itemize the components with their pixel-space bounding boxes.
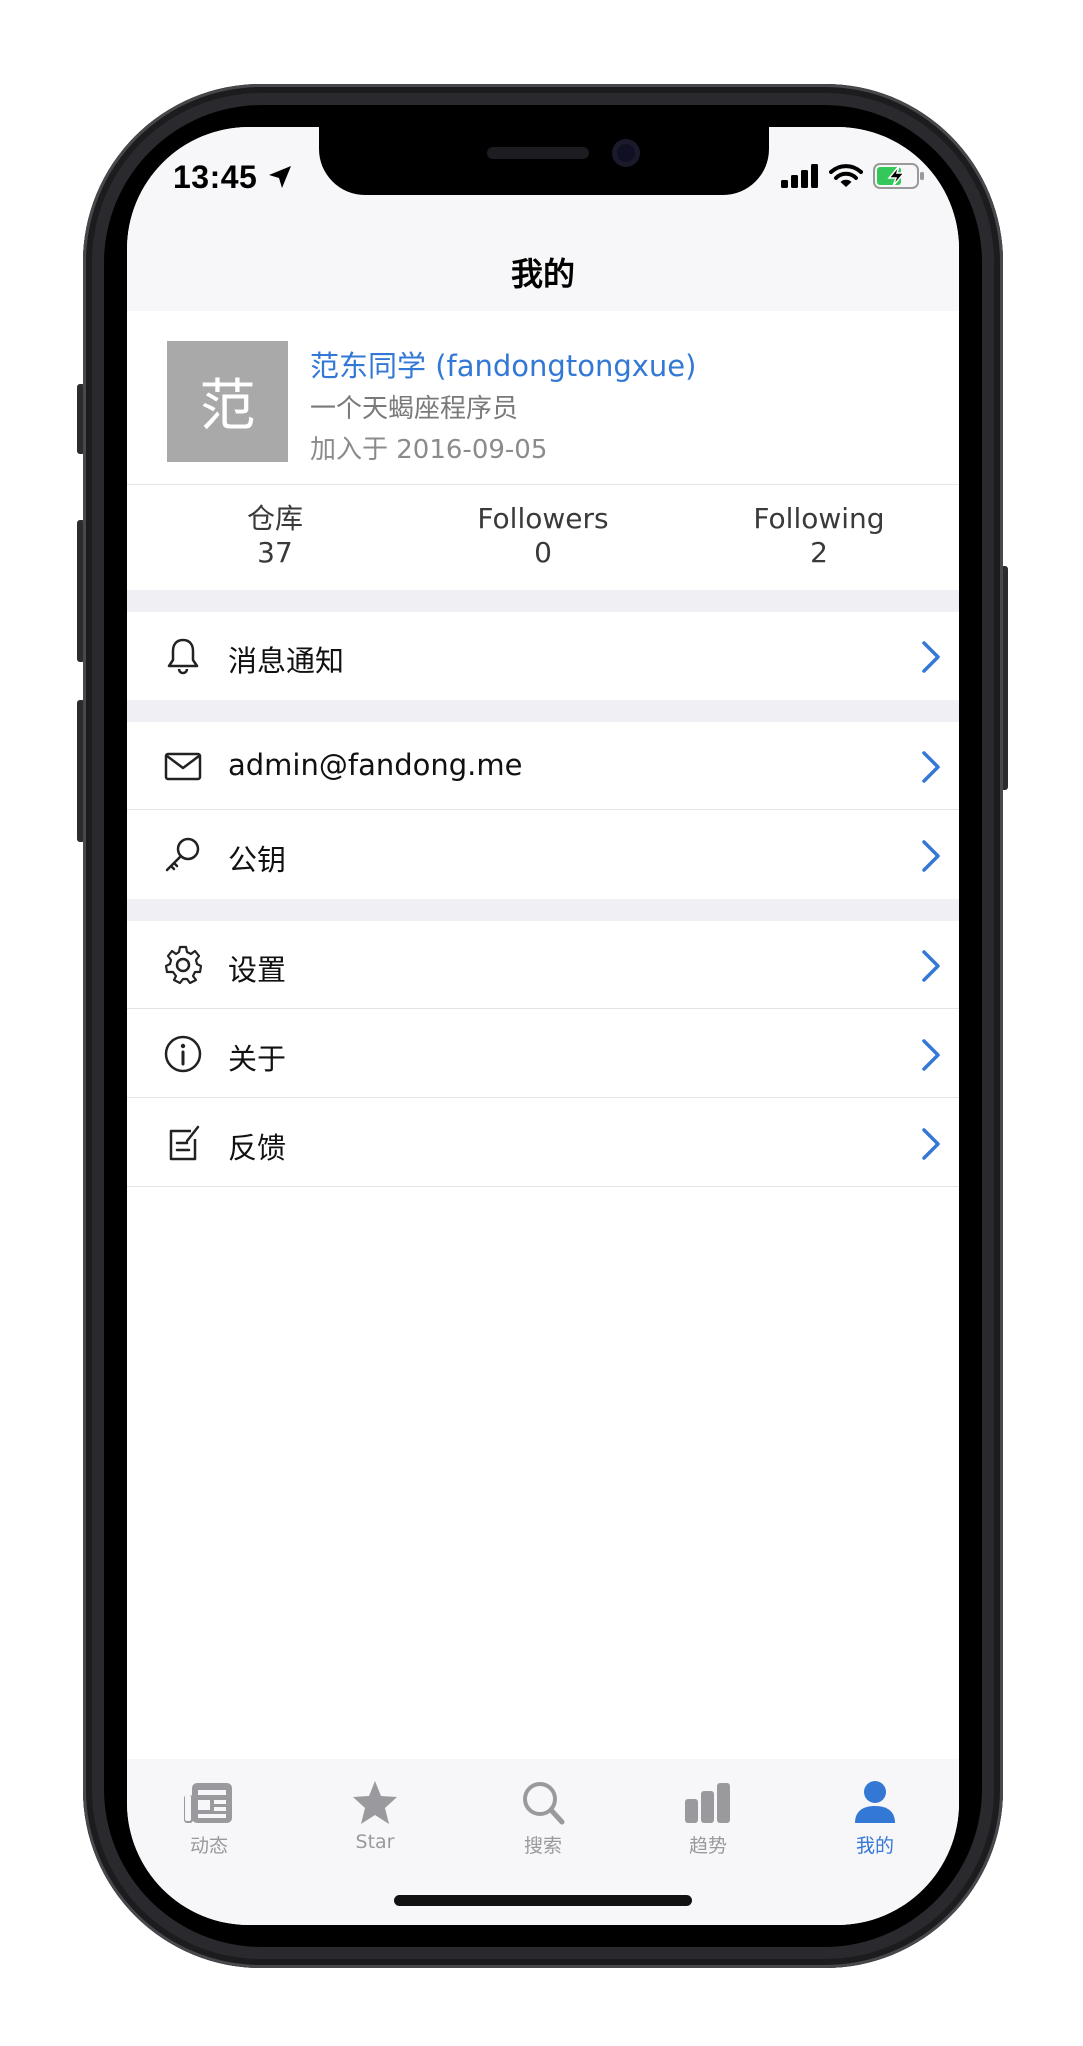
chevron-right-icon [922, 840, 940, 872]
stat-value: 0 [534, 536, 552, 569]
cellular-signal-icon [781, 164, 818, 188]
stat-label: Followers [477, 502, 609, 535]
gear-icon [164, 945, 203, 985]
tab-search[interactable]: 搜索 [483, 1779, 603, 1858]
stat-repositories[interactable]: 仓库 37 [145, 502, 405, 570]
menu-item-label: 消息通知 [228, 644, 345, 678]
tab-label: Star [355, 1831, 395, 1853]
chevron-right-icon [922, 641, 940, 673]
chevron-right-icon [922, 1128, 940, 1160]
status-bar: 13:45 [127, 127, 959, 227]
page-title: 我的 [510, 255, 575, 293]
menu-item-label: 反馈 [228, 1131, 287, 1165]
key-icon [165, 837, 200, 872]
avatar[interactable]: 范 [167, 341, 288, 462]
chevron-right-icon [922, 751, 940, 783]
profile-stats: 仓库 37 Followers 0 Following 2 [127, 486, 959, 590]
tab-trending[interactable]: 趋势 [648, 1779, 768, 1858]
menu-item-about[interactable]: 关于 [127, 1010, 959, 1098]
menu-item-public-key[interactable]: 公钥 [127, 811, 959, 899]
person-icon [855, 1781, 895, 1823]
tab-label: 动态 [189, 1835, 228, 1857]
chevron-right-icon [922, 1039, 940, 1071]
tab-label: 搜索 [523, 1835, 562, 1857]
stat-label: Following [753, 502, 885, 535]
envelope-icon [164, 752, 202, 781]
home-indicator[interactable] [394, 1895, 692, 1906]
chart-icon [685, 1783, 730, 1823]
stat-label: 仓库 [246, 502, 303, 535]
notch [319, 127, 769, 195]
menu-item-label: 关于 [228, 1042, 287, 1076]
info-icon [164, 1035, 202, 1073]
chevron-right-icon [922, 950, 940, 982]
menu-item-label: 公钥 [228, 843, 287, 877]
profile-name[interactable]: 范东同学 (fandongtongxue) [310, 343, 696, 385]
wifi-icon [829, 164, 863, 187]
menu-item-settings[interactable]: 设置 [127, 921, 959, 1009]
tab-label: 我的 [855, 1835, 894, 1857]
tab-bar: 动态 Star 搜索 趋势 我的 [127, 1759, 959, 1925]
tab-star[interactable]: Star [315, 1779, 435, 1853]
profile-bio: 一个天蝎座程序员 [310, 394, 519, 424]
speaker [487, 147, 589, 159]
status-indicators [781, 163, 925, 189]
tab-profile[interactable]: 我的 [815, 1779, 935, 1858]
bell-icon [167, 638, 199, 675]
compose-icon [169, 1125, 200, 1161]
status-time: 13:45 [173, 159, 258, 195]
search-icon [523, 1782, 565, 1825]
stat-following[interactable]: Following 2 [689, 502, 949, 570]
navigation-bar: 我的 [127, 227, 959, 311]
phone-screen: 13:45 我的 范 范东同学 (fandongtongxue) 一个天蝎座程序… [127, 127, 959, 1925]
tab-feed[interactable]: 动态 [149, 1779, 269, 1858]
profile-header[interactable]: 范 范东同学 (fandongtongxue) 一个天蝎座程序员 加入于 201… [127, 311, 959, 485]
menu-item-feedback[interactable]: 反馈 [127, 1099, 959, 1187]
star-icon [353, 1781, 397, 1824]
stat-value: 37 [257, 536, 293, 569]
newspaper-icon [184, 1783, 232, 1823]
stat-followers[interactable]: Followers 0 [413, 502, 673, 570]
menu-item-label: 设置 [228, 953, 287, 987]
profile-joined-date: 加入于 2016-09-05 [310, 435, 548, 465]
section-separator [127, 700, 959, 722]
location-arrow-icon [269, 166, 291, 188]
section-separator [127, 590, 959, 612]
stat-value: 2 [810, 536, 828, 569]
camera [612, 139, 640, 167]
menu-item-email[interactable]: admin@fandong.me [127, 722, 959, 810]
tab-label: 趋势 [688, 1835, 727, 1857]
menu-item-label: admin@fandong.me [228, 748, 523, 782]
battery-charging-icon [873, 163, 924, 189]
section-separator [127, 899, 959, 921]
menu-item-notifications[interactable]: 消息通知 [127, 612, 959, 700]
